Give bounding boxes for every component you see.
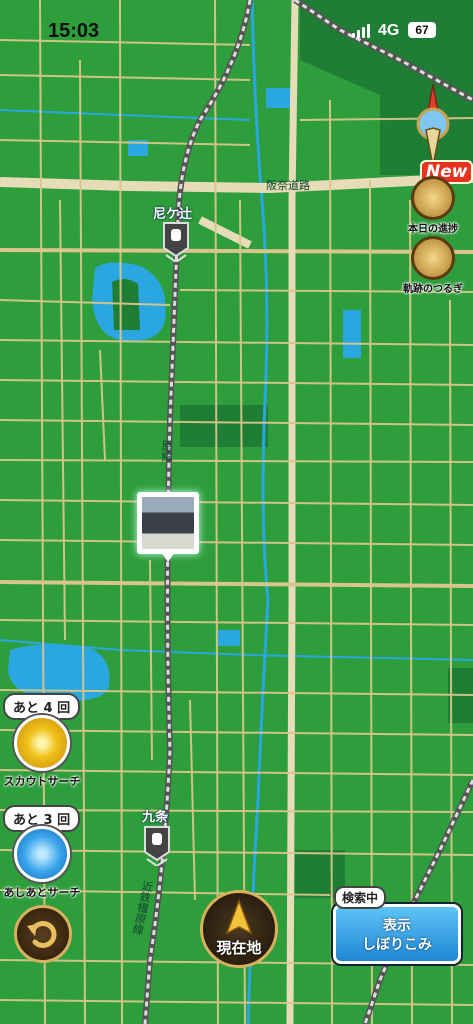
- back-button[interactable]: [14, 905, 72, 963]
- photo-spot-pin[interactable]: [137, 492, 199, 562]
- train-station-icon[interactable]: [144, 826, 170, 866]
- footprint-icon: [14, 826, 70, 882]
- line-label-upper: 原線: [160, 440, 173, 462]
- searching-status-tag: 検索中: [334, 886, 387, 909]
- scout-target-icon: [14, 715, 70, 771]
- filter-label-line2: しぼりこみ: [362, 937, 432, 953]
- pin-tail: [161, 552, 175, 562]
- current-location-label: 現在地: [216, 939, 262, 957]
- footprint-search-button[interactable]: あしあとサーチ: [2, 826, 82, 900]
- current-location-button[interactable]: 現在地: [200, 890, 278, 968]
- footprint-search-label: あしあとサーチ: [3, 886, 81, 899]
- tracks-label: 軌跡のつるぎ: [403, 284, 463, 295]
- train-station-icon[interactable]: [163, 222, 189, 262]
- progress-book-icon: [411, 176, 455, 220]
- tracks-button[interactable]: 軌跡のつるぎ: [398, 236, 468, 295]
- progress-button[interactable]: 本日の進捗: [398, 176, 468, 235]
- scout-search-label: スカウトサーチ: [3, 775, 81, 788]
- compass-icon[interactable]: [412, 84, 454, 166]
- station-label-north: 尼ケ辻: [153, 207, 193, 222]
- photo-thumbnail: [142, 497, 194, 549]
- progress-label: 本日の進捗: [408, 224, 458, 235]
- filter-button[interactable]: 表示 しぼりこみ: [333, 904, 461, 964]
- station-label-south: 九条: [142, 810, 169, 825]
- road-label-hanna: 阪奈道路: [266, 179, 310, 192]
- sword-icon: [411, 236, 455, 280]
- scout-search-button[interactable]: スカウトサーチ: [2, 715, 82, 789]
- back-arrow-icon: [27, 921, 57, 948]
- filter-label-line1: 表示: [383, 918, 411, 934]
